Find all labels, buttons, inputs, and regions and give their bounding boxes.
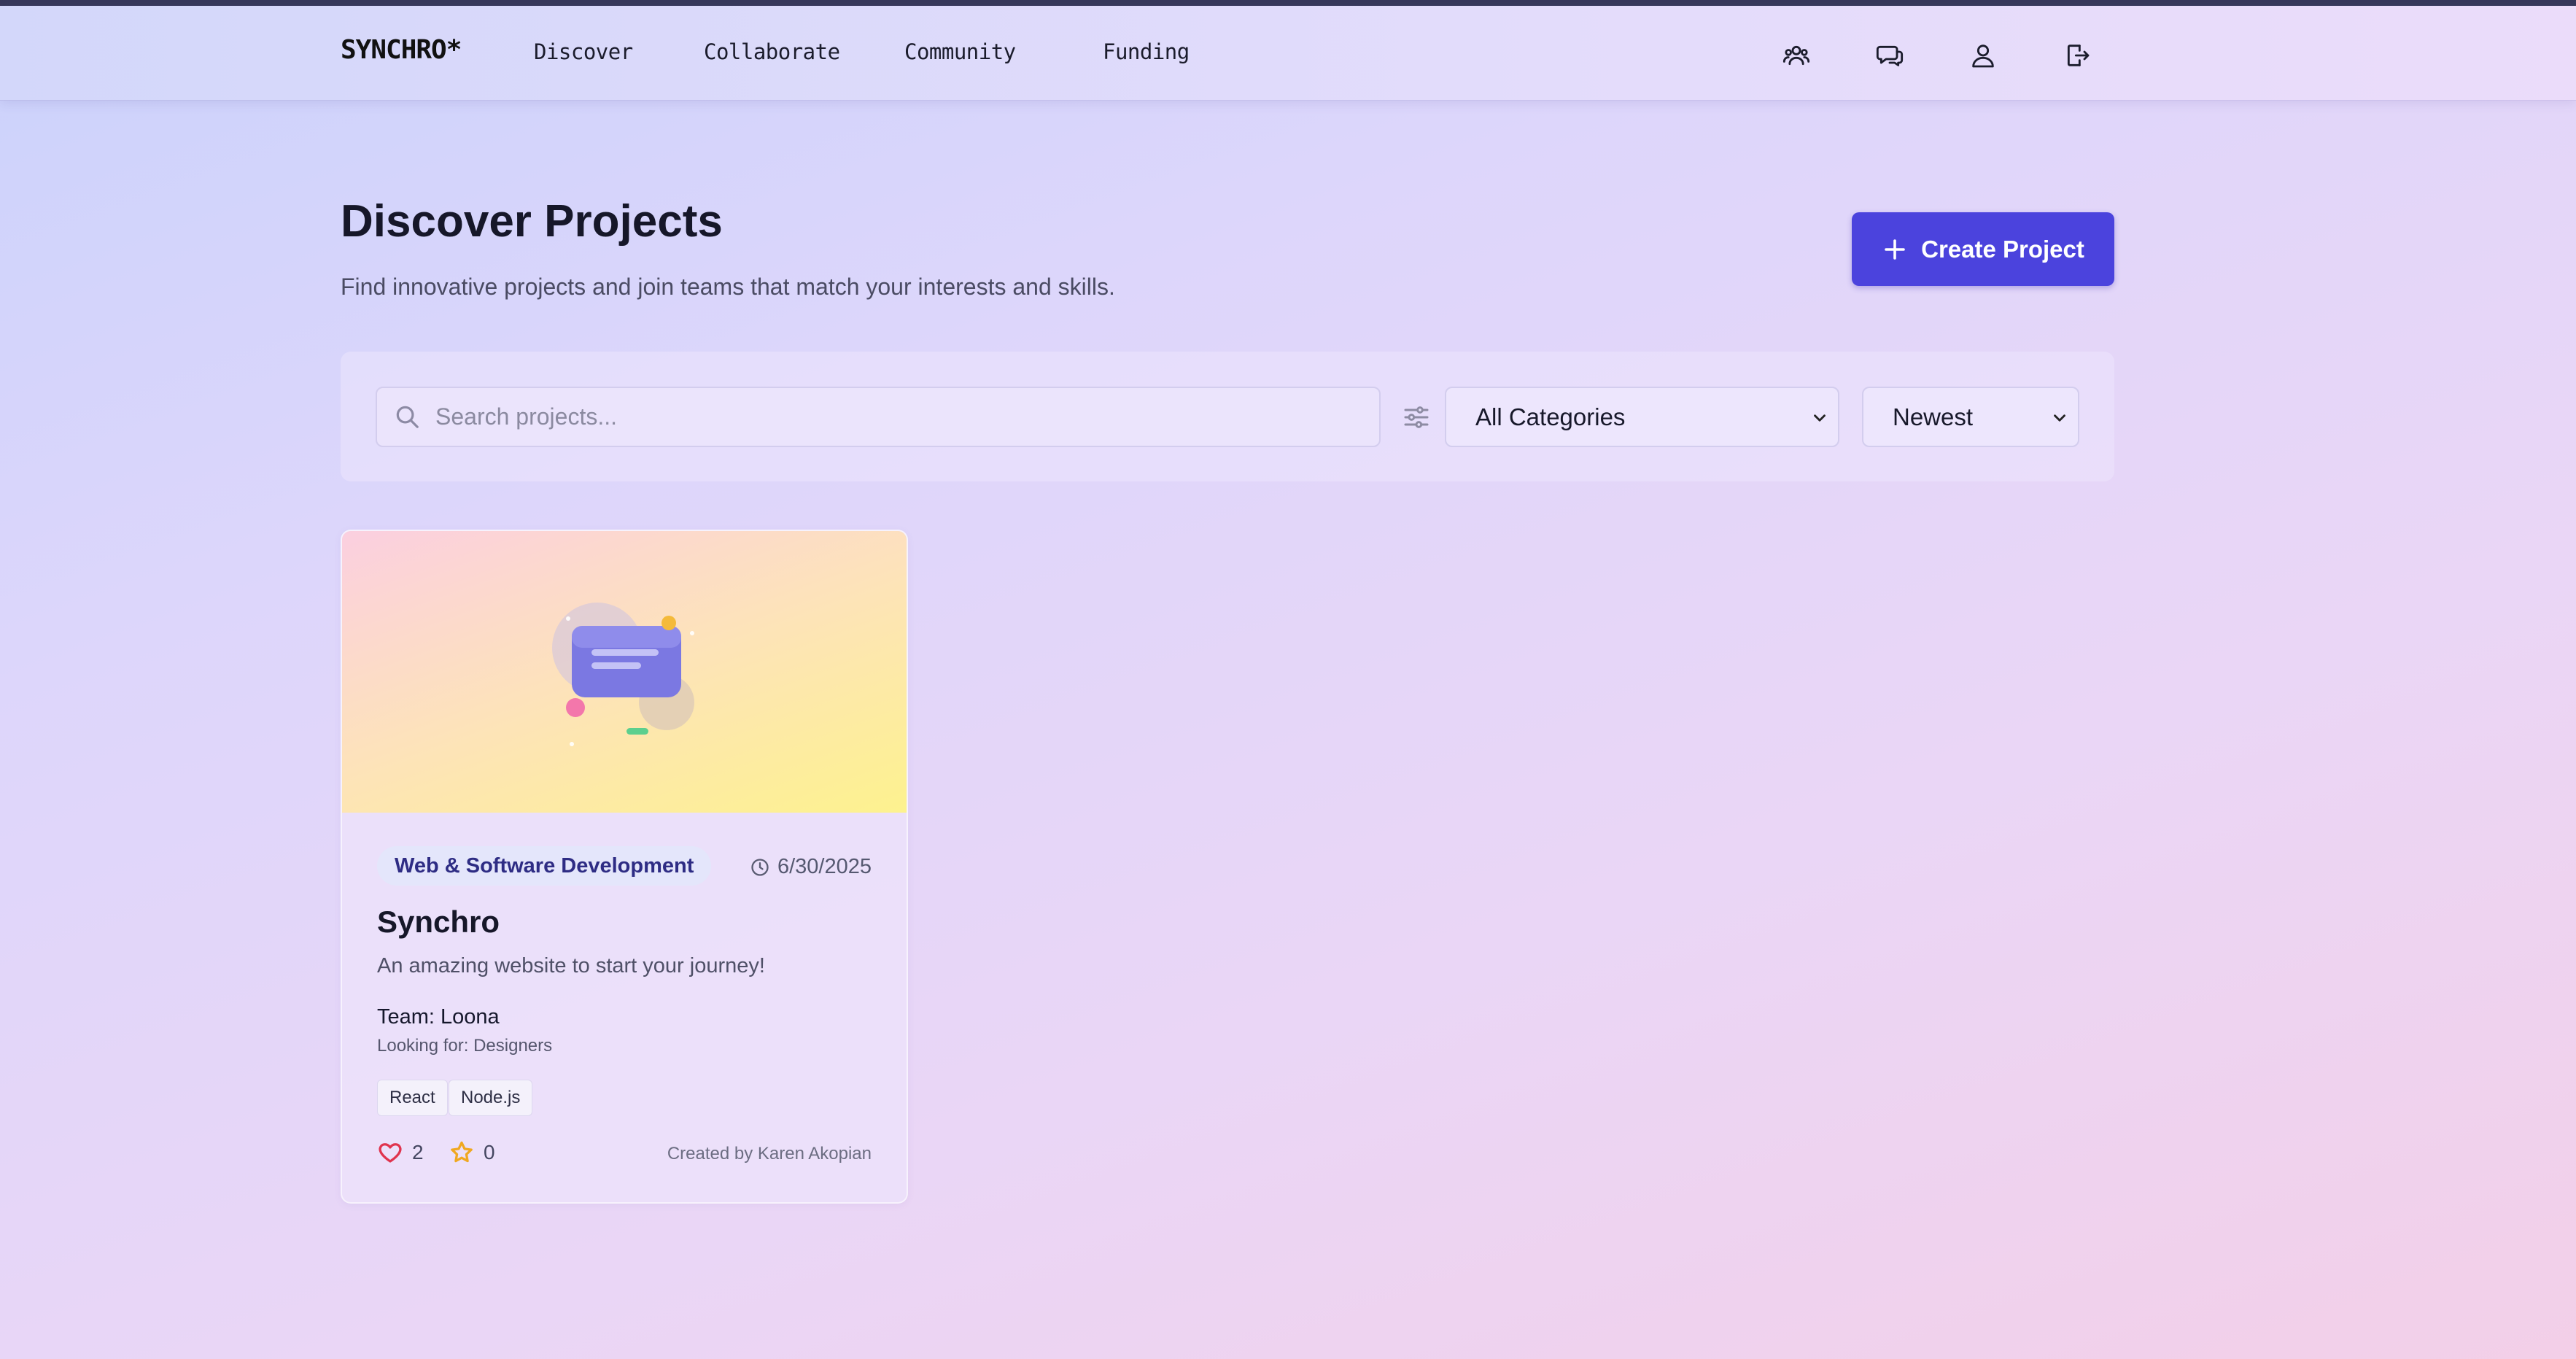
clock-icon: [751, 858, 769, 876]
nav-link-funding[interactable]: Funding: [1103, 39, 1190, 64]
project-card-image: [342, 531, 907, 813]
search-input[interactable]: [435, 388, 1369, 446]
star-icon: [451, 1141, 473, 1163]
project-date: 6/30/2025: [750, 855, 872, 879]
chevron-down-icon: [1814, 414, 1826, 422]
nav-link-community[interactable]: Community: [904, 39, 1016, 64]
search-icon: [396, 406, 419, 428]
project-creator: Created by Karen Akopian: [667, 1144, 872, 1164]
project-date-text: 6/30/2025: [777, 855, 872, 878]
sort-select-value: Newest: [1893, 403, 1974, 430]
project-card[interactable]: Web & Software Development 6/30/2025 Syn…: [341, 530, 908, 1204]
category-badge: Web & Software Development: [377, 846, 712, 886]
category-select-value: All Categories: [1475, 403, 1626, 430]
project-looking-for: Looking for: Designers: [377, 1036, 553, 1056]
chat-illustration-icon: [552, 603, 694, 746]
chevron-down-icon: [2054, 414, 2065, 422]
user-icon[interactable]: [1966, 38, 2001, 73]
sort-select[interactable]: Newest: [1862, 387, 2079, 447]
top-accent-stripe: [0, 0, 2576, 6]
tech-tag: Node.js: [449, 1080, 533, 1116]
logout-icon[interactable]: [2060, 38, 2095, 73]
category-select[interactable]: All Categories: [1445, 387, 1839, 447]
search-box: [376, 387, 1381, 447]
project-team: Team: Loona: [377, 1005, 500, 1029]
users-icon[interactable]: [1779, 38, 1814, 73]
create-project-label: Create Project: [1921, 235, 2084, 263]
chat-icon[interactable]: [1872, 38, 1907, 73]
project-title[interactable]: Synchro: [377, 905, 500, 940]
project-description: An amazing website to start your journey…: [377, 954, 765, 977]
top-navbar: SYNCHRO* Discover Collaborate Community …: [0, 6, 2576, 101]
filter-sliders-icon[interactable]: [1402, 403, 1431, 432]
star-count: 0: [484, 1141, 495, 1164]
logo[interactable]: SYNCHRO*: [341, 35, 462, 65]
star-button[interactable]: 0: [449, 1139, 495, 1166]
plus-icon: [1885, 239, 1905, 260]
like-count: 2: [412, 1141, 424, 1164]
nav-link-collaborate[interactable]: Collaborate: [704, 39, 840, 64]
page-title: Discover Projects: [341, 196, 723, 247]
heart-icon: [379, 1143, 402, 1163]
tech-tag: React: [377, 1080, 448, 1116]
like-button[interactable]: 2: [377, 1139, 424, 1166]
page-subtitle: Find innovative projects and join teams …: [341, 274, 1115, 300]
nav-link-discover[interactable]: Discover: [534, 39, 633, 64]
create-project-button[interactable]: Create Project: [1852, 212, 2114, 286]
